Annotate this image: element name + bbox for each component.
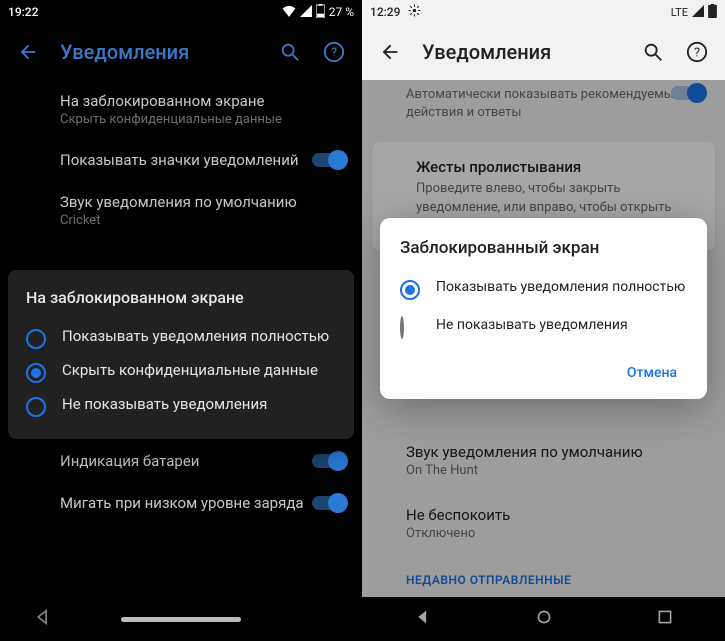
wifi-icon xyxy=(282,5,296,20)
radio-icon xyxy=(400,318,420,337)
toggle-blink-low[interactable] xyxy=(312,496,346,510)
nav-home-pill[interactable] xyxy=(121,617,241,622)
phone-dark: 19:22 27 % Уведомления ? На заб xyxy=(0,0,362,641)
dialog-option-show-all[interactable]: Показывать уведомления полностью xyxy=(400,270,687,308)
dialog-option-hide-all[interactable]: Не показывать уведомления xyxy=(26,389,336,423)
dialog-option-show-all[interactable]: Показывать уведомления полностью xyxy=(26,321,336,355)
search-icon[interactable] xyxy=(278,40,302,64)
app-bar: Уведомления ? xyxy=(0,24,362,80)
battery-percent: 27 % xyxy=(329,5,354,19)
nav-bar xyxy=(0,597,362,641)
dialog-actions: Отмена xyxy=(400,345,687,389)
dialog-option-hide-all[interactable]: Не показывать уведомления xyxy=(400,308,687,345)
toggle-badges[interactable] xyxy=(312,153,346,167)
dialog-option-hide-sensitive[interactable]: Скрыть конфиденциальные данные xyxy=(26,355,336,389)
row-lockscreen[interactable]: На заблокированном экране Скрыть конфиде… xyxy=(0,80,362,139)
signal-icon xyxy=(692,5,704,20)
app-bar: Уведомления ? xyxy=(362,24,725,80)
option-label: Показывать уведомления полностью xyxy=(62,327,329,347)
radio-icon xyxy=(400,280,420,300)
row-battery-indicator[interactable]: Индикация батареи xyxy=(0,440,362,482)
gear-icon xyxy=(408,4,421,20)
row-label: Звук уведомления по умолчанию xyxy=(60,193,346,211)
search-icon[interactable] xyxy=(641,40,665,64)
status-bar: 19:22 27 % xyxy=(0,0,362,24)
help-icon[interactable]: ? xyxy=(322,40,346,64)
dialog-lockscreen: Заблокированный экран Показывать уведомл… xyxy=(380,218,707,399)
radio-icon xyxy=(26,363,46,383)
row-blink-low[interactable]: Мигать при низком уровне заряда xyxy=(0,482,362,524)
status-indicators: LTE xyxy=(671,4,717,21)
row-label: Индикация батареи xyxy=(60,452,346,470)
toggle-battery-indicator[interactable] xyxy=(312,454,346,468)
battery-icon xyxy=(708,4,717,21)
option-label: Скрыть конфиденциальные данные xyxy=(62,361,318,381)
page-title: Уведомления xyxy=(422,40,621,64)
dialog-title: На заблокированном экране xyxy=(26,288,336,307)
nav-back-icon[interactable] xyxy=(35,609,51,629)
back-icon[interactable] xyxy=(378,40,402,64)
row-sublabel: Скрыть конфиденциальные данные xyxy=(60,112,346,127)
dialog-title: Заблокированный экран xyxy=(400,238,687,258)
help-icon[interactable]: ? xyxy=(685,40,709,64)
radio-icon xyxy=(26,329,46,349)
page-title: Уведомления xyxy=(60,40,258,64)
cancel-button[interactable]: Отмена xyxy=(617,357,687,389)
status-time: 12:29 xyxy=(370,5,400,19)
network-label: LTE xyxy=(671,6,688,19)
option-label: Не показывать уведомления xyxy=(436,316,628,334)
battery-icon xyxy=(316,4,325,21)
status-time: 19:22 xyxy=(8,5,38,19)
row-label: На заблокированном экране xyxy=(60,92,346,110)
dialog-lockscreen: На заблокированном экране Показывать уве… xyxy=(8,270,354,439)
phone-light: 12:29 LTE Уведомления ? Автоматически п xyxy=(362,0,725,641)
option-label: Не показывать уведомления xyxy=(62,395,267,415)
status-bar: 12:29 LTE xyxy=(362,0,725,24)
row-label: Показывать значки уведомлений xyxy=(60,151,346,169)
radio-icon xyxy=(26,397,46,417)
row-label: Мигать при низком уровне заряда xyxy=(60,494,346,512)
status-indicators: 27 % xyxy=(282,4,354,21)
row-badges[interactable]: Показывать значки уведомлений xyxy=(0,139,362,181)
row-sound[interactable]: Звук уведомления по умолчанию Cricket xyxy=(0,181,362,240)
back-icon[interactable] xyxy=(16,40,40,64)
svg-text:?: ? xyxy=(331,46,337,61)
option-label: Показывать уведомления полностью xyxy=(436,278,685,296)
row-sublabel: Cricket xyxy=(60,213,346,228)
svg-text:?: ? xyxy=(694,46,700,61)
signal-icon xyxy=(300,5,312,20)
